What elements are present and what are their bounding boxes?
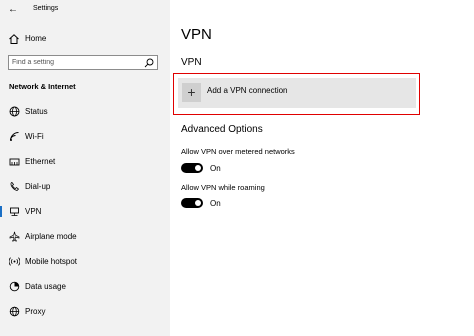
- data-usage-icon: [9, 281, 20, 292]
- sidebar-item-label: VPN: [25, 207, 42, 216]
- metered-networks-label: Allow VPN over metered networks: [181, 147, 295, 156]
- sidebar-item-vpn[interactable]: VPN: [0, 202, 170, 222]
- section-title: Network & Internet: [9, 82, 76, 91]
- sidebar-item-label: Dial-up: [25, 182, 51, 191]
- globe-icon: [9, 106, 20, 117]
- home-label: Home: [25, 34, 47, 43]
- app-title: Settings: [33, 5, 59, 12]
- toggle-knob: [195, 200, 201, 206]
- sidebar-item-dialup[interactable]: Dial-up: [0, 177, 170, 197]
- sidebar-item-airplane-mode[interactable]: Airplane mode: [0, 227, 170, 247]
- add-vpn-label: Add a VPN connection: [207, 86, 288, 95]
- sidebar-item-label: Mobile hotspot: [25, 257, 78, 266]
- search-input[interactable]: [12, 57, 138, 68]
- add-vpn-connection-button[interactable]: + Add a VPN connection: [178, 78, 416, 108]
- back-arrow-icon[interactable]: ←: [6, 3, 20, 17]
- sidebar-item-label: Data usage: [25, 282, 66, 291]
- hotspot-icon: [9, 257, 20, 266]
- roaming-label: Allow VPN while roaming: [181, 183, 265, 192]
- search-icon[interactable]: [144, 58, 154, 68]
- airplane-icon: [9, 231, 20, 242]
- sidebar-item-label: Ethernet: [25, 157, 56, 166]
- sidebar-item-ethernet[interactable]: Ethernet: [0, 152, 170, 172]
- search-box: [8, 55, 158, 70]
- page-title: VPN: [181, 26, 212, 43]
- sidebar-item-label: Proxy: [25, 307, 46, 316]
- ethernet-icon: [9, 158, 20, 166]
- sidebar-item-data-usage[interactable]: Data usage: [0, 277, 170, 297]
- home-icon: [9, 34, 19, 44]
- sidebar-item-mobile-hotspot[interactable]: Mobile hotspot: [0, 252, 170, 272]
- metered-networks-state: On: [210, 164, 221, 173]
- phone-icon: [10, 182, 20, 191]
- roaming-state: On: [210, 199, 221, 208]
- sidebar: ← Settings Home Network & Internet Statu…: [0, 0, 170, 336]
- main-content: VPN VPN + Add a VPN connection Advanced …: [170, 0, 474, 336]
- sidebar-item-status[interactable]: Status: [0, 102, 170, 122]
- advanced-options-heading: Advanced Options: [181, 124, 263, 135]
- metered-networks-toggle[interactable]: [181, 163, 203, 173]
- plus-icon: +: [182, 83, 201, 102]
- sidebar-item-proxy[interactable]: Proxy: [0, 302, 170, 322]
- sidebar-item-label: Wi-Fi: [25, 132, 44, 141]
- section-heading: VPN: [181, 57, 202, 68]
- sidebar-item-label: Airplane mode: [25, 232, 77, 241]
- sidebar-item-wifi[interactable]: Wi-Fi: [0, 127, 170, 147]
- sidebar-item-label: Status: [25, 107, 48, 116]
- vpn-icon: [10, 207, 19, 216]
- title-bar: ← Settings: [0, 0, 170, 20]
- home-link[interactable]: Home: [8, 31, 166, 47]
- proxy-icon: [9, 306, 20, 317]
- toggle-knob: [195, 165, 201, 171]
- roaming-toggle[interactable]: [181, 198, 203, 208]
- wifi-icon: [10, 132, 19, 141]
